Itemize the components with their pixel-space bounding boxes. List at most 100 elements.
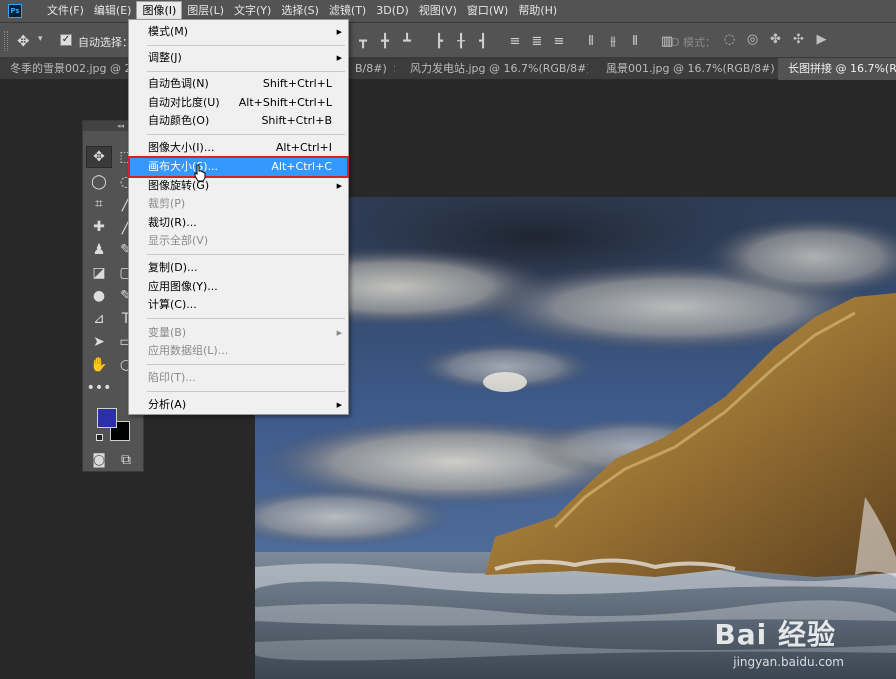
- menu-separator: [147, 134, 345, 135]
- menu-separator: [147, 391, 345, 392]
- 3d-orbit-icon[interactable]: ◌: [718, 32, 741, 48]
- menu-separator: [147, 254, 345, 255]
- menu-item-label: 自动对比度(U): [148, 96, 220, 109]
- menu-item-label: 计算(C)...: [148, 298, 197, 311]
- document-canvas[interactable]: [255, 197, 896, 679]
- close-icon[interactable]: ×: [393, 62, 395, 75]
- 3d-roll-icon[interactable]: ◎: [741, 32, 764, 48]
- document-tab[interactable]: 冬季的雪景002.jpg @ 25: [0, 58, 128, 80]
- menu-separator: [147, 318, 345, 319]
- menu-item-crop[interactable]: 裁剪(P): [129, 195, 348, 213]
- tab-label: B/8#): [355, 62, 387, 75]
- photoshop-logo: Ps: [8, 4, 22, 18]
- quick-mask-icon[interactable]: ◙: [86, 449, 112, 471]
- menu-item-label: 显示全部(V): [148, 234, 209, 247]
- blur-tool-icon[interactable]: ●: [86, 285, 112, 307]
- align-left-icon[interactable]: ┣: [428, 33, 450, 49]
- align-right-icon[interactable]: ┫: [472, 33, 494, 49]
- menu-file[interactable]: 文件(F): [42, 0, 89, 22]
- menu-item-label: 复制(D)...: [148, 261, 198, 274]
- menu-item-label: 陷印(T)...: [148, 371, 196, 384]
- chevron-down-icon[interactable]: ▾: [38, 34, 43, 44]
- document-tab[interactable]: 風景001.jpg @ 16.7%(RGB/8#)×: [594, 58, 774, 80]
- document-tab-active[interactable]: 长图拼接 @ 16.7%(RGB/: [778, 58, 896, 80]
- screen-mode-icon[interactable]: ⧉: [113, 449, 139, 471]
- foreground-color-swatch[interactable]: [97, 408, 117, 428]
- 3d-slide-icon[interactable]: ✣: [787, 32, 810, 48]
- distribute-right-icon[interactable]: ⫴: [624, 33, 646, 49]
- healing-brush-tool-icon[interactable]: ✚: [86, 216, 112, 238]
- crop-tool-icon[interactable]: ⌗: [86, 193, 112, 215]
- align-top-icon[interactable]: ┳: [352, 33, 374, 49]
- eraser-tool-icon[interactable]: ◪: [86, 262, 112, 284]
- menu-shortcut: Shift+Ctrl+L: [262, 77, 332, 90]
- submenu-arrow-icon: ▶: [336, 182, 342, 190]
- baidu-jingyan-logo: Bai 经验: [714, 618, 836, 651]
- menu-item-label: 自动颜色(O): [148, 114, 210, 127]
- menu-item-duplicate[interactable]: 复制(D)...: [129, 259, 348, 277]
- lasso-tool-icon[interactable]: ◯: [86, 171, 112, 193]
- tab-label: 風景001.jpg @ 16.7%(RGB/8#): [606, 62, 774, 75]
- menu-item-reveal-all[interactable]: 显示全部(V): [129, 232, 348, 250]
- 3d-mode-tools: ◌ ◎ ✤ ✣ ▶: [718, 32, 833, 48]
- tab-label: 冬季的雪景002.jpg @ 25: [10, 62, 128, 75]
- menu-item-mode[interactable]: 模式(M) ▶: [129, 23, 348, 41]
- move-tool-icon[interactable]: ✥: [17, 32, 30, 50]
- menu-shortcut: Alt+Ctrl+C: [271, 160, 332, 173]
- more-tools-icon[interactable]: •••: [86, 377, 112, 399]
- menu-item-image-rotation[interactable]: 图像旋转(G) ▶: [129, 177, 348, 195]
- path-select-tool-icon[interactable]: ➤: [86, 331, 112, 353]
- menu-item-calculations[interactable]: 计算(C)...: [129, 296, 348, 314]
- menu-item-canvas-size[interactable]: 画布大小(S)... Alt+Ctrl+C: [128, 156, 349, 178]
- move-tool-icon[interactable]: ✥: [86, 146, 112, 168]
- distribute-vcenter-icon[interactable]: ≣: [526, 33, 548, 49]
- distribute-hcenter-icon[interactable]: ⫵: [602, 33, 624, 49]
- tab-label: 风力发电站.jpg @ 16.7%(RGB/8#): [410, 62, 588, 75]
- document-tab[interactable]: 风力发电站.jpg @ 16.7%(RGB/8#)×: [398, 58, 588, 80]
- menu-item-variables[interactable]: 变量(B) ▶: [129, 324, 348, 342]
- menu-item-label: 自动色调(N): [148, 77, 209, 90]
- submenu-arrow-icon: ▶: [336, 28, 342, 36]
- menu-item-auto-tone[interactable]: 自动色调(N) Shift+Ctrl+L: [129, 75, 348, 93]
- distribute-left-icon[interactable]: ⫴: [580, 33, 602, 49]
- menu-shortcut: Alt+Ctrl+I: [275, 141, 332, 154]
- tab-label: 长图拼接 @ 16.7%(RGB/: [788, 62, 896, 75]
- menu-3d[interactable]: 3D(D): [371, 0, 414, 22]
- canvas-image: [255, 197, 896, 679]
- menu-item-trim[interactable]: 裁切(R)...: [129, 214, 348, 232]
- menu-view[interactable]: 视图(V): [414, 0, 462, 22]
- menu-image[interactable]: 图像(I): [136, 1, 183, 21]
- distribute-bottom-icon[interactable]: ≡: [548, 33, 570, 49]
- menu-item-trap[interactable]: 陷印(T)...: [129, 369, 348, 387]
- submenu-arrow-icon: ▶: [336, 54, 342, 62]
- default-colors-icon[interactable]: [96, 434, 103, 441]
- 3d-pan-icon[interactable]: ✤: [764, 32, 787, 48]
- align-bottom-icon[interactable]: ┻: [396, 33, 418, 49]
- stamp-tool-icon[interactable]: ♟: [86, 239, 112, 261]
- auto-select-checkbox[interactable]: ✓: [60, 34, 72, 46]
- pen-tool-icon[interactable]: ⊿: [86, 308, 112, 330]
- menu-item-label: 应用数据组(L)...: [148, 344, 229, 357]
- watermark-url: jingyan.baidu.com: [733, 655, 844, 669]
- menu-item-apply-data-set[interactable]: 应用数据组(L)...: [129, 342, 348, 360]
- menu-item-adjustments[interactable]: 调整(J) ▶: [129, 49, 348, 67]
- 3d-scale-icon[interactable]: ▶: [810, 32, 833, 48]
- document-tab[interactable]: B/8#) ×: [349, 58, 395, 80]
- options-grip[interactable]: [4, 31, 8, 51]
- menu-item-analysis[interactable]: 分析(A) ▶: [129, 396, 348, 414]
- submenu-arrow-icon: ▶: [336, 401, 342, 409]
- menu-help[interactable]: 帮助(H): [513, 0, 562, 22]
- menu-item-image-size[interactable]: 图像大小(I)... Alt+Ctrl+I: [129, 139, 348, 157]
- align-hcenter-icon[interactable]: ╂: [450, 33, 472, 49]
- distribute-top-icon[interactable]: ≡: [504, 33, 526, 49]
- menu-window[interactable]: 窗口(W): [462, 0, 513, 22]
- menu-item-auto-contrast[interactable]: 自动对比度(U) Alt+Shift+Ctrl+L: [129, 94, 348, 112]
- menu-item-label: 调整(J): [148, 51, 182, 64]
- image-menu-dropdown: 模式(M) ▶ 调整(J) ▶ 自动色调(N) Shift+Ctrl+L 自动对比度(…: [128, 19, 349, 415]
- align-vcenter-icon[interactable]: ╋: [374, 33, 396, 49]
- menu-item-auto-color[interactable]: 自动颜色(O) Shift+Ctrl+B: [129, 112, 348, 130]
- menu-item-label: 画布大小(S)...: [148, 160, 219, 173]
- hand-tool-icon[interactable]: ✋: [86, 354, 112, 376]
- pointer-cursor-icon: [194, 164, 206, 182]
- menu-item-apply-image[interactable]: 应用图像(Y)...: [129, 278, 348, 296]
